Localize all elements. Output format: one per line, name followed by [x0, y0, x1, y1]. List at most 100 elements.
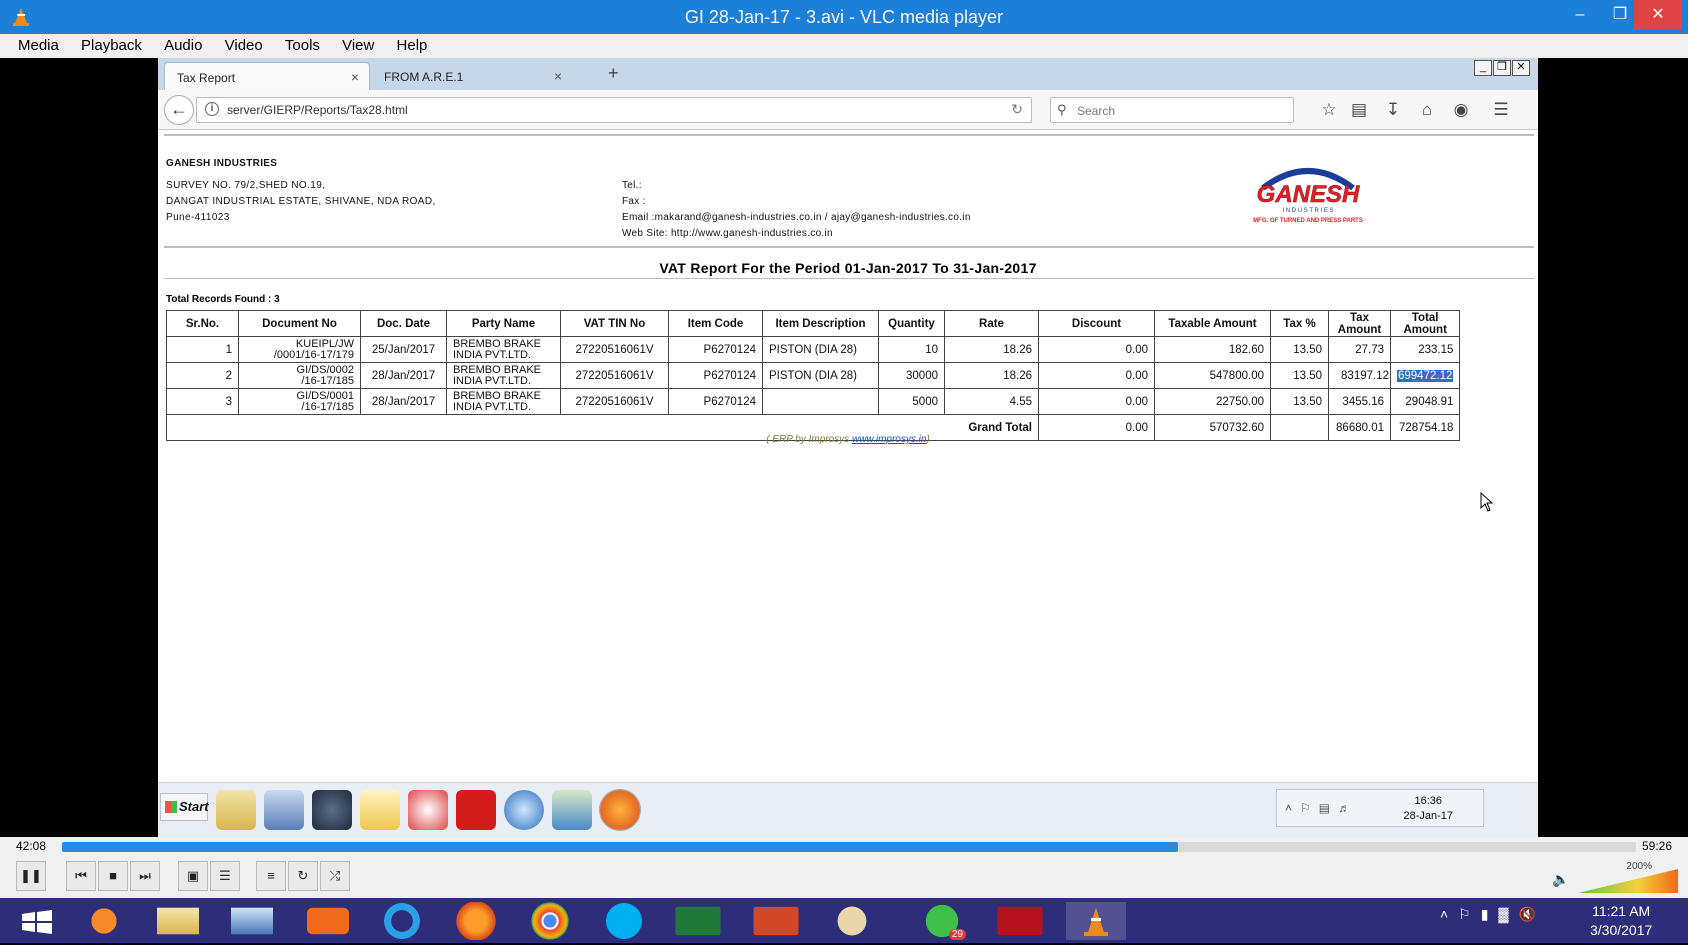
cell-discount: 0.00	[1038, 362, 1155, 389]
browser-minimize-button[interactable]: _	[1474, 60, 1492, 76]
bookmark-star-icon[interactable]: ☆	[1318, 99, 1340, 121]
windows-clock[interactable]: 11:21 AM 3/30/2017	[1590, 902, 1652, 940]
acrobat-icon[interactable]	[456, 790, 496, 830]
search-placeholder: Search	[1077, 104, 1116, 118]
col-discount: Discount	[1038, 310, 1155, 337]
back-arrow-icon[interactable]: ←	[164, 95, 194, 125]
menu-audio[interactable]: Audio	[155, 34, 211, 58]
sync-icon[interactable]	[504, 790, 544, 830]
info-icon[interactable]: i	[205, 102, 219, 116]
windows-start-icon[interactable]	[20, 910, 54, 934]
speaker-icon[interactable]: 🔈	[1552, 871, 1569, 888]
next-button[interactable]: ⏭	[130, 861, 160, 891]
internet-explorer-icon[interactable]	[372, 902, 432, 940]
cell-code: P6270124	[668, 388, 763, 415]
whatsapp-icon[interactable]: 29	[912, 902, 972, 940]
cell-tax-amt: 83197.12	[1328, 362, 1391, 389]
cell-desc: PISTON (DIA 28)	[762, 336, 879, 363]
menu-view[interactable]: View	[333, 34, 383, 58]
start-button[interactable]: Start	[160, 793, 209, 821]
computer-management-icon[interactable]	[231, 907, 273, 935]
cell-code: P6270124	[668, 362, 763, 389]
minimize-button[interactable]: –	[1560, 0, 1600, 30]
tab-tax-report[interactable]: Tax Report ×	[164, 62, 370, 90]
playlist-button[interactable]: ≡	[256, 861, 286, 891]
cell-party: BREMBO BRAKE INDIA PVT.LTD.	[446, 362, 561, 389]
previous-button[interactable]: ⏮	[66, 861, 96, 891]
menu-help[interactable]: Help	[388, 34, 437, 58]
folder-icon[interactable]	[216, 790, 256, 830]
extended-settings-button[interactable]: ☰	[210, 861, 240, 891]
vlc-controls: 42:08 59:26 ❚❚ ⏮ ■ ⏭ ▣ ☰ ≡ ↻ ⤮ 🔈 200%	[0, 837, 1688, 898]
seek-bar[interactable]	[62, 842, 1636, 852]
address-line-1: SURVEY NO. 79/2,SHED NO.19,	[166, 180, 326, 191]
loop-button[interactable]: ↻	[288, 861, 318, 891]
search-input[interactable]: ⚲ Search	[1050, 97, 1294, 123]
cell-rate: 18.26	[944, 362, 1039, 389]
tab-close-icon[interactable]: ×	[554, 68, 562, 84]
new-tab-icon[interactable]: +	[608, 63, 619, 84]
website-line: Web Site: http://www.ganesh-industries.c…	[622, 228, 833, 239]
computer-icon[interactable]	[264, 790, 304, 830]
skype-icon[interactable]	[594, 902, 654, 940]
tray-icons: ˄⚐▤♬	[1285, 801, 1359, 815]
home-icon[interactable]: ⌂	[1416, 99, 1438, 121]
shuffle-button[interactable]: ⤮	[320, 861, 350, 891]
download-icon[interactable]: ↧	[1382, 99, 1404, 121]
menu-video[interactable]: Video	[216, 34, 272, 58]
vlc-taskbar-icon[interactable]	[1066, 902, 1126, 940]
firefox-taskbar-icon[interactable]	[446, 902, 506, 940]
tab-close-icon[interactable]: ×	[351, 69, 359, 85]
hamburger-menu-icon[interactable]: ☰	[1490, 99, 1512, 121]
cell-qty: 5000	[878, 388, 945, 415]
close-button[interactable]: ✕	[1634, 0, 1682, 30]
powerpoint-icon[interactable]	[753, 906, 799, 936]
tab-from-are1[interactable]: FROM A.R.E.1 ×	[372, 62, 572, 90]
improsys-link[interactable]: www.improsys.in	[852, 434, 926, 445]
excel-icon[interactable]	[675, 906, 721, 936]
chrome-icon[interactable]	[520, 902, 580, 940]
records-count: Total Records Found : 3	[166, 294, 280, 305]
xampp-icon[interactable]	[307, 907, 349, 935]
cell-code: P6270124	[668, 336, 763, 363]
system-tray-icons[interactable]: ˄⚐▮▓🔇	[1440, 906, 1546, 923]
stop-button[interactable]: ■	[98, 861, 128, 891]
cell-discount: 0.00	[1038, 336, 1155, 363]
pause-button[interactable]: ❚❚	[16, 861, 46, 891]
firefox-icon[interactable]	[599, 789, 641, 831]
cell-tin: 27220516061V	[560, 388, 669, 415]
bookmarks-list-icon[interactable]: ▤	[1348, 99, 1370, 121]
reload-icon[interactable]: ↻	[1011, 101, 1023, 118]
col-item-code: Item Code	[668, 310, 763, 337]
camera-icon[interactable]	[312, 790, 352, 830]
cell-qty: 10	[878, 336, 945, 363]
search-icon: ⚲	[1057, 102, 1067, 117]
total-time: 59:26	[1641, 839, 1672, 853]
col-item-description: Item Description	[762, 310, 879, 337]
pocket-icon[interactable]: ◉	[1450, 99, 1472, 121]
cell-total: 233.15	[1389, 336, 1461, 363]
volume-control[interactable]: 🔈 200%	[1552, 861, 1682, 893]
selected-text[interactable]: 699472.12	[1397, 369, 1454, 382]
notes-icon[interactable]	[360, 790, 400, 830]
report-page: GANESH INDUSTRIES SURVEY NO. 79/2,SHED N…	[158, 130, 1538, 782]
table-row: 1 KUEIPL/JW/0001/16-17/179 25/Jan/2017 B…	[166, 336, 1461, 363]
browser-restore-button[interactable]: ❐	[1493, 60, 1511, 76]
menu-media[interactable]: Media	[0, 34, 68, 58]
cell-total[interactable]: 699472.12	[1389, 362, 1461, 389]
cell-sr: 2	[166, 362, 239, 389]
media-player-icon[interactable]	[74, 902, 134, 940]
snipping-tool-icon[interactable]	[408, 790, 448, 830]
menu-playback[interactable]: Playback	[72, 34, 151, 58]
volume-slider[interactable]	[1578, 869, 1678, 893]
acrobat-reader-icon[interactable]	[997, 906, 1043, 936]
fullscreen-button[interactable]: ▣	[178, 861, 208, 891]
video-area[interactable]: Tax Report × FROM A.R.E.1 × + _ ❐ ✕ ← i …	[0, 58, 1688, 837]
file-explorer-icon[interactable]	[157, 907, 199, 935]
menu-tools[interactable]: Tools	[276, 34, 329, 58]
url-bar[interactable]: i server/GIERP/Reports/Tax28.html ↻	[196, 97, 1032, 123]
paint-icon[interactable]	[822, 902, 882, 940]
network-icon[interactable]	[552, 790, 592, 830]
browser-close-button[interactable]: ✕	[1512, 60, 1530, 76]
table-row: 3 GI/DS/0001/16-17/185 28/Jan/2017 BREMB…	[166, 388, 1461, 415]
